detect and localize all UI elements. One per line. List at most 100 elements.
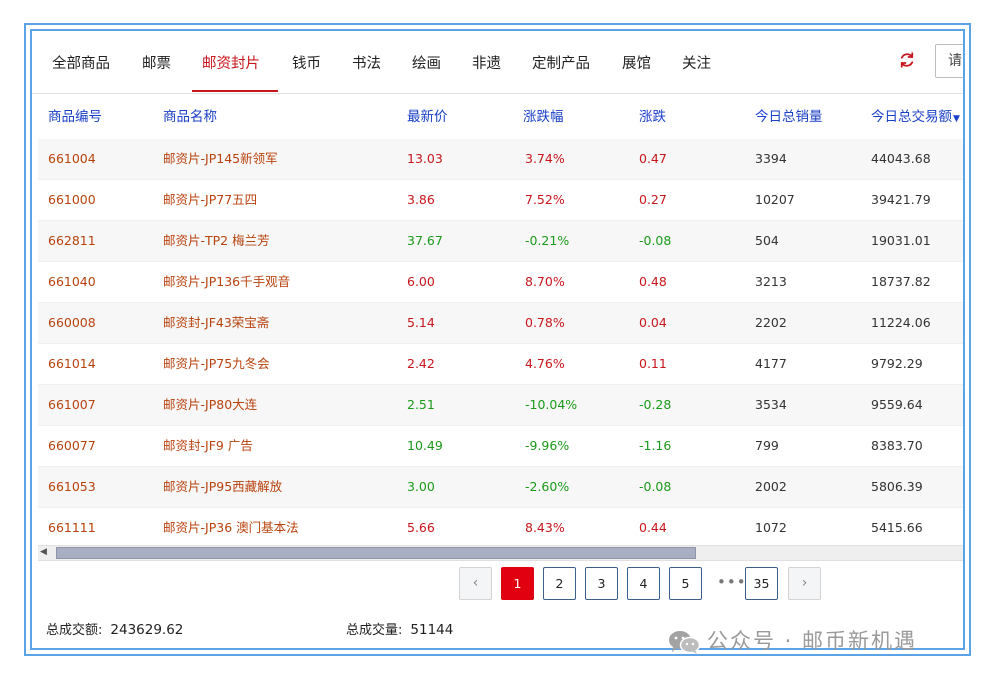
table-row[interactable]: 661053 邮资片-JP95西藏解放 3.00 -2.60% -0.08 20… (38, 467, 963, 508)
cell-name-link[interactable]: 邮资片-JP136千手观音 (163, 262, 290, 302)
cell-code: 661053 (48, 479, 96, 494)
cell-price: 2.51 (407, 397, 435, 412)
tab-exhibition[interactable]: 展馆 (622, 31, 651, 92)
col-header-change-pct[interactable]: 涨跌幅 (523, 94, 564, 140)
col-header-amount[interactable]: 今日总交易额▼ (871, 94, 960, 142)
cell-price: 3.00 (407, 479, 435, 494)
page-button-3[interactable]: 3 (585, 567, 618, 600)
table-row[interactable]: 661040 邮资片-JP136千手观音 6.00 8.70% 0.48 321… (38, 262, 963, 303)
cell-change: -1.16 (639, 438, 672, 453)
cell-volume: 799 (755, 438, 779, 453)
cell-name-link[interactable]: 邮资封-JF43荣宝斋 (163, 303, 269, 343)
cell-name-link[interactable]: 邮资封-JF9 广告 (163, 426, 253, 466)
cell-change-pct: -2.60% (525, 479, 570, 494)
tab-coins[interactable]: 钱币 (292, 31, 321, 92)
col-header-name[interactable]: 商品名称 (163, 94, 217, 140)
cell-volume: 3534 (755, 397, 787, 412)
table-row[interactable]: 662811 邮资片-TP2 梅兰芳 37.67 -0.21% -0.08 50… (38, 221, 963, 262)
table-row[interactable]: 661000 邮资片-JP77五四 3.86 7.52% 0.27 10207 … (38, 180, 963, 221)
cell-amount: 9559.64 (871, 397, 923, 412)
cell-volume: 2002 (755, 479, 787, 494)
tab-intangible-heritage[interactable]: 非遗 (472, 31, 501, 92)
tab-favorites[interactable]: 关注 (682, 31, 711, 92)
table-row[interactable]: 660008 邮资封-JF43荣宝斋 5.14 0.78% 0.04 2202 … (38, 303, 963, 344)
cell-name-link[interactable]: 邮资片-JP77五四 (163, 180, 257, 220)
cell-amount: 11224.06 (871, 315, 931, 330)
cell-volume: 504 (755, 233, 779, 248)
total-amount-label: 总成交额: (46, 623, 103, 638)
tab-all-products[interactable]: 全部商品 (52, 31, 110, 92)
cell-code: 660077 (48, 438, 96, 453)
cell-volume: 4177 (755, 356, 787, 371)
table-row[interactable]: 660077 邮资封-JF9 广告 10.49 -9.96% -1.16 799… (38, 426, 963, 467)
scrollbar-thumb[interactable] (56, 547, 696, 559)
tab-custom-products[interactable]: 定制产品 (532, 31, 590, 92)
tab-stamps[interactable]: 邮票 (142, 31, 171, 92)
search-input[interactable]: 请 (935, 44, 963, 78)
col-header-change[interactable]: 涨跌 (639, 94, 666, 140)
cell-amount: 19031.01 (871, 233, 931, 248)
table-body: 661004 邮资片-JP145新领军 13.03 3.74% 0.47 339… (38, 139, 963, 549)
cell-volume: 3394 (755, 151, 787, 166)
cell-name-link[interactable]: 邮资片-JP75九冬会 (163, 344, 270, 384)
cell-volume: 2202 (755, 315, 787, 330)
cell-code: 661004 (48, 151, 96, 166)
page-button-last[interactable]: 35 (745, 567, 778, 600)
page-button-2[interactable]: 2 (543, 567, 576, 600)
content-panel: 全部商品 邮票 邮资封片 钱币 书法 绘画 非遗 定制产品 展馆 关注 请 商品… (30, 29, 965, 650)
wechat-icon (669, 631, 701, 654)
cell-name-link[interactable]: 邮资片-JP95西藏解放 (163, 467, 282, 507)
cell-name-link[interactable]: 邮资片-JP80大连 (163, 385, 257, 425)
table-row[interactable]: 661111 邮资片-JP36 澳门基本法 5.66 8.43% 0.44 10… (38, 508, 963, 549)
col-header-price[interactable]: 最新价 (407, 94, 448, 140)
table-header: 商品编号 商品名称 最新价 涨跌幅 涨跌 今日总销量 今日总交易额▼ (38, 94, 963, 140)
cell-code: 662811 (48, 233, 96, 248)
cell-amount: 9792.29 (871, 356, 923, 371)
page-button-4[interactable]: 4 (627, 567, 660, 600)
cell-change-pct: 8.43% (525, 520, 565, 535)
cell-change: 0.48 (639, 274, 667, 289)
col-header-amount-label: 今日总交易额 (871, 109, 952, 125)
watermark-text: 公众号 · 邮币新机遇 (707, 629, 918, 653)
total-volume: 总成交量: 51144 (346, 611, 453, 648)
cell-code: 661000 (48, 192, 96, 207)
cell-price: 2.42 (407, 356, 435, 371)
page-button-5[interactable]: 5 (669, 567, 702, 600)
cell-change-pct: -10.04% (525, 397, 578, 412)
table-row[interactable]: 661007 邮资片-JP80大连 2.51 -10.04% -0.28 353… (38, 385, 963, 426)
total-volume-label: 总成交量: (346, 623, 403, 638)
total-amount: 总成交额: 243629.62 (46, 611, 183, 648)
cell-code: 660008 (48, 315, 96, 330)
horizontal-scrollbar[interactable]: ◀ (38, 545, 963, 561)
tab-painting[interactable]: 绘画 (412, 31, 441, 92)
cell-name-link[interactable]: 邮资片-JP145新领军 (163, 139, 278, 179)
cell-name-link[interactable]: 邮资片-JP36 澳门基本法 (163, 508, 299, 548)
cell-change-pct: 8.70% (525, 274, 565, 289)
cell-change-pct: 0.78% (525, 315, 565, 330)
cell-change-pct: 3.74% (525, 151, 565, 166)
page-button-1[interactable]: 1 (501, 567, 534, 600)
next-page-button[interactable]: › (788, 567, 821, 600)
col-header-volume[interactable]: 今日总销量 (755, 94, 823, 140)
sort-desc-icon[interactable]: ▼ (953, 114, 960, 124)
cell-change-pct: -9.96% (525, 438, 570, 453)
cell-change: 0.44 (639, 520, 667, 535)
cell-change: 0.47 (639, 151, 667, 166)
cell-change-pct: -0.21% (525, 233, 570, 248)
cell-change: 0.04 (639, 315, 667, 330)
cell-price: 3.86 (407, 192, 435, 207)
refresh-icon[interactable] (898, 51, 916, 69)
table-row[interactable]: 661004 邮资片-JP145新领军 13.03 3.74% 0.47 339… (38, 139, 963, 180)
cell-change-pct: 4.76% (525, 356, 565, 371)
tab-postal-stationery[interactable]: 邮资封片 (202, 31, 260, 92)
tab-calligraphy[interactable]: 书法 (352, 31, 381, 92)
cell-amount: 39421.79 (871, 192, 931, 207)
prev-page-button[interactable]: ‹ (459, 567, 492, 600)
cell-name-link[interactable]: 邮资片-TP2 梅兰芳 (163, 221, 270, 261)
table-row[interactable]: 661014 邮资片-JP75九冬会 2.42 4.76% 0.11 4177 … (38, 344, 963, 385)
cell-code: 661040 (48, 274, 96, 289)
cell-change: -0.28 (639, 397, 672, 412)
col-header-code[interactable]: 商品编号 (48, 94, 102, 140)
category-tabs: 全部商品 邮票 邮资封片 钱币 书法 绘画 非遗 定制产品 展馆 关注 请 (32, 31, 963, 94)
scroll-left-arrow-icon[interactable]: ◀ (40, 547, 47, 557)
